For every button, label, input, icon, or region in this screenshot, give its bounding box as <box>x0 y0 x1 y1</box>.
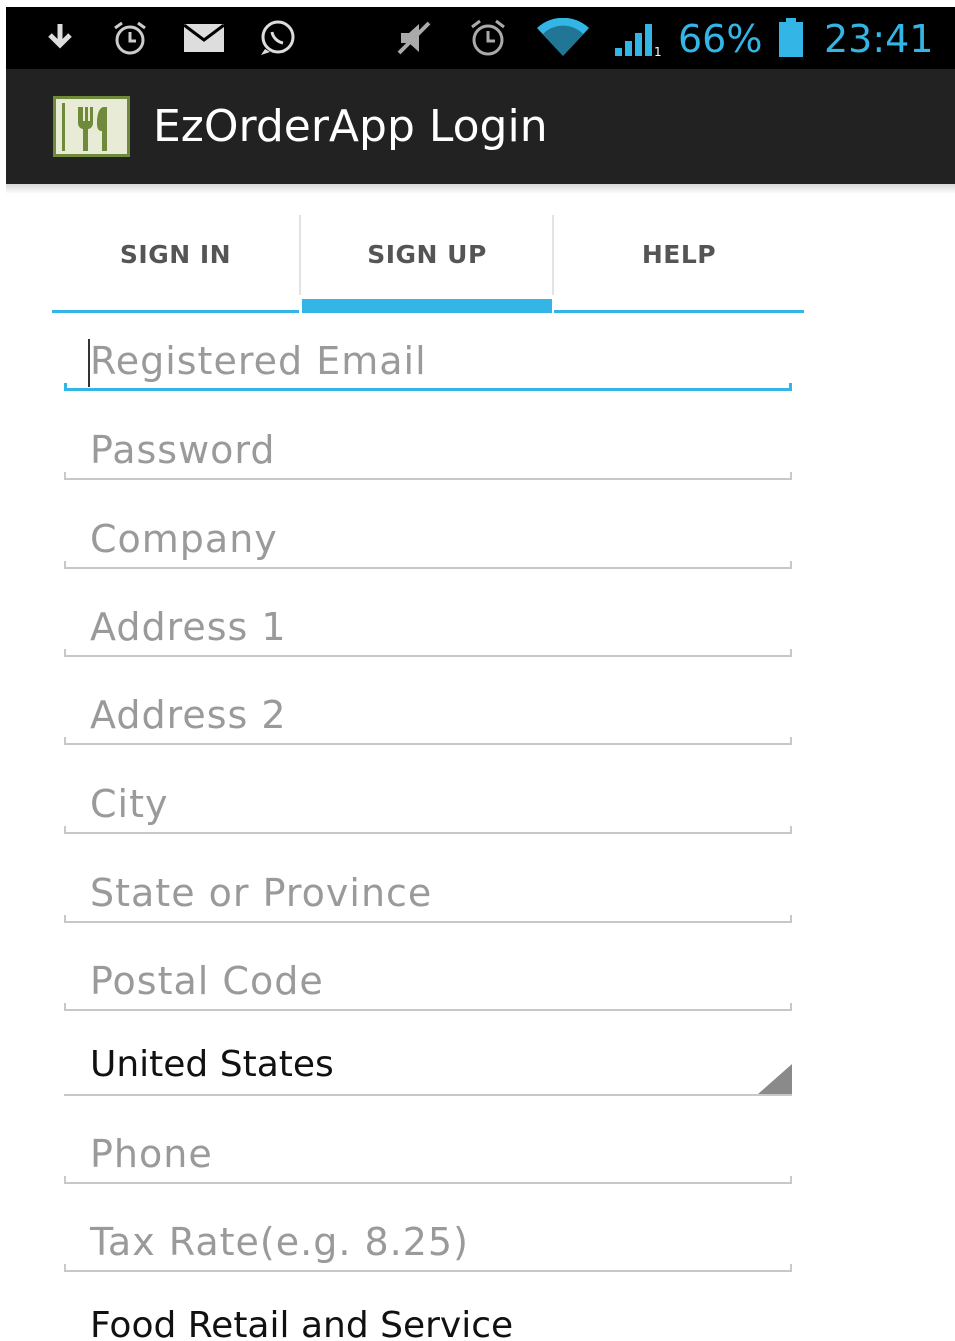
city-field[interactable]: City <box>64 774 792 834</box>
download-icon <box>42 19 78 57</box>
restaurant-icon <box>53 96 130 157</box>
tab-divider <box>299 215 301 295</box>
business-type-select[interactable]: Food Retail and Service <box>64 1297 792 1341</box>
tab-sign-up[interactable]: SIGN UP <box>302 215 552 313</box>
tab-sign-in[interactable]: SIGN IN <box>52 215 299 313</box>
action-bar-shadow <box>6 184 955 194</box>
city-placeholder: City <box>90 782 169 826</box>
app-title: EzOrderApp Login <box>153 101 548 152</box>
address2-placeholder: Address 2 <box>90 693 287 737</box>
signal-icon: 1 <box>610 19 666 58</box>
tax-rate-underline <box>64 1264 792 1272</box>
tab-sign-in-label: SIGN IN <box>119 240 232 269</box>
mail-icon <box>182 19 226 57</box>
tab-help-indicator <box>554 310 804 313</box>
business-type-selected-value: Food Retail and Service <box>90 1305 514 1341</box>
svg-text:1: 1 <box>654 45 662 58</box>
state-field[interactable]: State or Province <box>64 863 792 923</box>
state-underline <box>64 915 792 923</box>
email-placeholder: Registered Email <box>90 339 427 383</box>
tab-sign-up-indicator <box>302 299 552 313</box>
alarm-icon <box>466 19 510 57</box>
postal-code-underline <box>64 1003 792 1011</box>
password-underline <box>64 472 792 480</box>
state-placeholder: State or Province <box>90 871 433 915</box>
address1-placeholder: Address 1 <box>90 605 287 649</box>
tab-help-label: HELP <box>641 240 717 269</box>
phone-field[interactable]: Phone <box>64 1124 792 1184</box>
postal-code-field[interactable]: Postal Code <box>64 951 792 1011</box>
email-field[interactable]: Registered Email <box>64 331 792 391</box>
tax-rate-field[interactable]: Tax Rate(e.g. 8.25) <box>64 1212 792 1272</box>
company-underline <box>64 561 792 569</box>
city-underline <box>64 826 792 834</box>
country-select[interactable]: United States <box>64 1036 792 1096</box>
action-bar: EzOrderApp Login <box>6 69 955 184</box>
tax-rate-placeholder: Tax Rate(e.g. 8.25) <box>90 1220 469 1264</box>
whatsapp-icon <box>256 19 298 57</box>
email-underline <box>64 383 792 391</box>
address1-field[interactable]: Address 1 <box>64 597 792 657</box>
status-bar: 1 66% 23:41 <box>6 7 955 69</box>
country-selected-value: United States <box>90 1044 334 1085</box>
tab-sign-up-label: SIGN UP <box>367 240 487 269</box>
company-placeholder: Company <box>90 517 278 561</box>
tab-help[interactable]: HELP <box>554 215 804 313</box>
password-placeholder: Password <box>90 428 276 472</box>
phone-underline <box>64 1176 792 1184</box>
alarm-icon <box>110 19 150 57</box>
address2-field[interactable]: Address 2 <box>64 685 792 745</box>
address1-underline <box>64 649 792 657</box>
tab-bar: SIGN IN SIGN UP HELP <box>52 215 804 313</box>
wifi-icon <box>534 18 592 57</box>
tab-sign-in-indicator <box>52 310 299 313</box>
country-underline <box>64 1094 792 1096</box>
clock: 23:41 <box>824 17 934 61</box>
company-field[interactable]: Company <box>64 509 792 569</box>
battery-icon <box>776 18 806 57</box>
battery-percent: 66% <box>678 17 763 61</box>
mute-icon <box>394 19 436 57</box>
phone-placeholder: Phone <box>90 1132 213 1176</box>
password-field[interactable]: Password <box>64 420 792 480</box>
address2-underline <box>64 737 792 745</box>
dropdown-arrow-icon <box>758 1064 792 1094</box>
postal-code-placeholder: Postal Code <box>90 959 324 1003</box>
